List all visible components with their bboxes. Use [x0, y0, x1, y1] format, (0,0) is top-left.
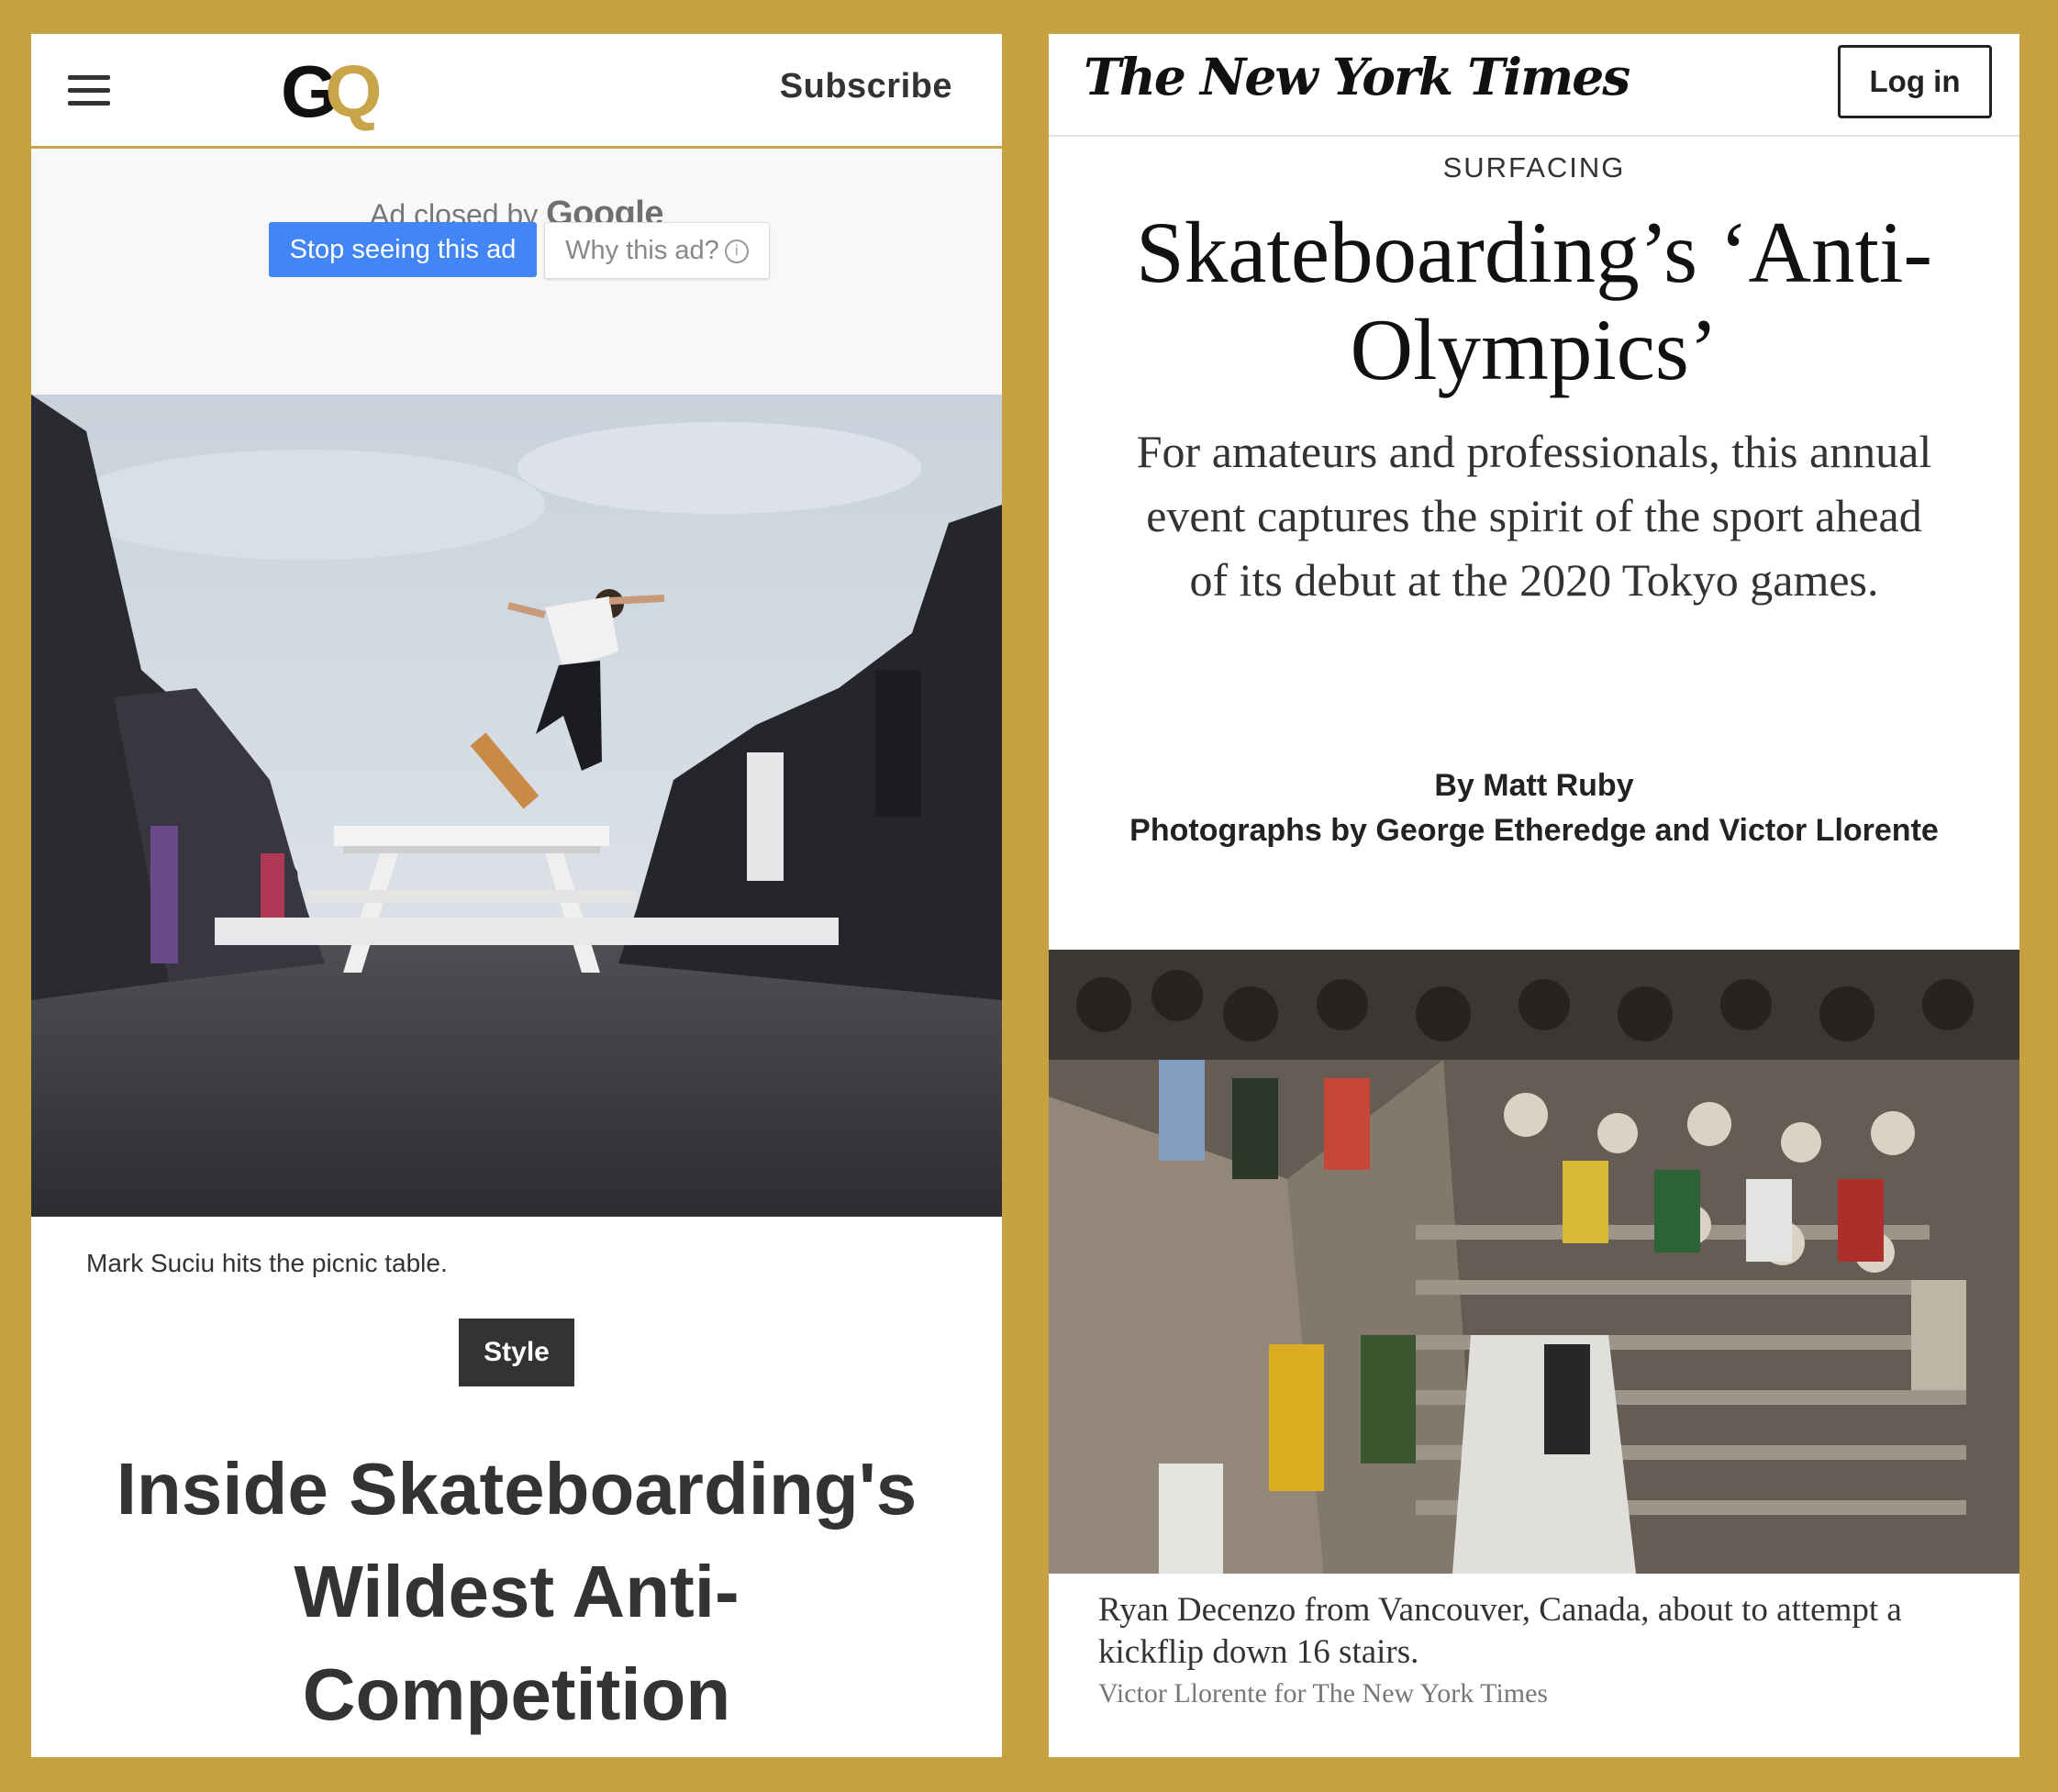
photo-credit: Victor Llorente for The New York Times	[1098, 1678, 1549, 1709]
photo-caption: Ryan Decenzo from Vancouver, Canada, abo…	[1098, 1591, 1902, 1671]
article-headline: Inside Skateboarding's Wildest Anti-Comp…	[116, 1448, 918, 1735]
info-icon: i	[724, 239, 749, 264]
nyt-header: The New York Times Log in	[1049, 34, 2019, 137]
gq-logo[interactable]: GQ	[281, 50, 383, 133]
why-this-ad-button[interactable]: Why this ad? i	[544, 222, 770, 279]
nyt-article-screen: The New York Times Log in SURFACING Skat…	[1049, 34, 2019, 1757]
stop-seeing-ad-button[interactable]: Stop seeing this ad	[269, 222, 537, 277]
hamburger-menu-icon[interactable]	[68, 75, 110, 106]
byline: By Matt Ruby	[1434, 768, 1634, 803]
ad-closed-area: Ad closed by Google Stop seeing this ad …	[31, 149, 1002, 395]
article-summary: For amateurs and professionals, this ann…	[1136, 426, 1932, 606]
crowd-stairs-photo	[1049, 950, 2019, 1574]
skateboarder-picnic-table-photo	[31, 395, 1002, 1217]
nyt-logo[interactable]: The New York Times	[1084, 47, 1630, 106]
gq-article-screen: GQ Subscribe Ad closed by Google Stop se…	[31, 34, 1002, 1757]
photographers-line: Photographs by George Etheredge and Vict…	[1129, 813, 1939, 848]
article-headline: Skateboarding’s ‘Anti-Olympics’	[1135, 204, 1933, 398]
section-tag[interactable]: Style	[459, 1319, 574, 1386]
photo-caption: Mark Suciu hits the picnic table.	[86, 1249, 448, 1277]
gq-header: GQ Subscribe	[31, 34, 1002, 149]
subscribe-link[interactable]: Subscribe	[780, 67, 952, 106]
login-button[interactable]: Log in	[1838, 45, 1992, 118]
section-kicker[interactable]: SURFACING	[1049, 151, 2019, 184]
